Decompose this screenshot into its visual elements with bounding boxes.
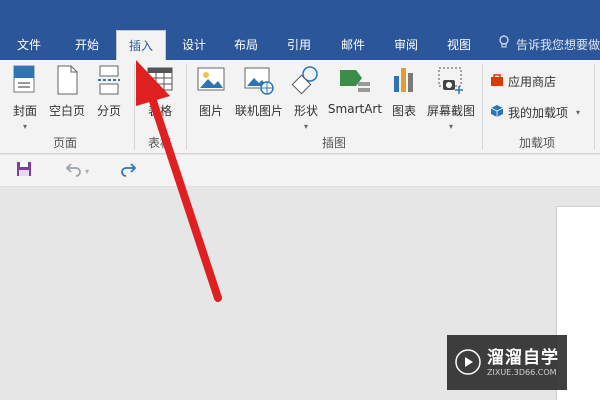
online-pictures-label: 联机图片 xyxy=(234,104,283,118)
redo-icon xyxy=(120,161,137,181)
redo-button[interactable] xyxy=(120,161,137,181)
group-label-tables: 表格 xyxy=(148,136,173,150)
picture-icon xyxy=(192,64,230,96)
smartart-button[interactable]: SmartArt xyxy=(326,64,384,116)
my-addins-icon xyxy=(490,104,508,121)
group-label-pages: 页面 xyxy=(53,136,78,150)
blank-page-label: 空白页 xyxy=(48,104,85,118)
quick-access-toolbar: ▾ xyxy=(0,155,600,187)
save-button[interactable] xyxy=(16,161,32,181)
cover-page-icon xyxy=(6,64,44,96)
page-break-button[interactable]: 分页 xyxy=(90,64,128,119)
chevron-down-icon: ▾ xyxy=(85,166,90,176)
chevron-down-icon: ▾ xyxy=(303,122,308,131)
tab-layout[interactable]: 布局 xyxy=(224,30,268,60)
tab-review[interactable]: 审阅 xyxy=(384,30,428,60)
tell-me-box[interactable]: 告诉我您想要做 xyxy=(498,30,600,60)
undo-icon xyxy=(65,161,82,181)
cover-page-label: 封面 xyxy=(12,104,37,118)
table-button[interactable]: 表格 xyxy=(140,64,180,119)
smartart-icon xyxy=(326,64,384,96)
online-pictures-button[interactable]: 联机图片 xyxy=(232,64,286,119)
undo-button[interactable]: ▾ xyxy=(65,161,90,181)
screenshot-button[interactable]: 屏幕截图 ▾ xyxy=(424,64,478,131)
chart-label: 图表 xyxy=(391,104,416,118)
chevron-down-icon: ▾ xyxy=(448,122,453,131)
tab-home[interactable]: 开始 xyxy=(64,30,110,60)
save-icon xyxy=(16,161,32,181)
watermark-title: 溜溜自学 xyxy=(487,348,559,368)
online-picture-icon xyxy=(232,64,286,96)
screenshot-label: 屏幕截图 xyxy=(426,104,475,118)
watermark-subtitle: ZIXUE.3D66.COM xyxy=(487,368,557,377)
shapes-icon xyxy=(288,64,324,96)
chart-button[interactable]: 图表 xyxy=(386,64,422,119)
ribbon-tab-bar: 文件 开始 插入 设计 布局 引用 邮件 审阅 视图 告诉我您想要做 xyxy=(0,30,600,60)
table-label: 表格 xyxy=(147,104,172,118)
chart-icon xyxy=(386,64,422,96)
pictures-button[interactable]: 图片 xyxy=(192,64,230,119)
group-separator xyxy=(594,64,595,150)
group-separator xyxy=(482,64,483,150)
tell-me-text: 告诉我您想要做 xyxy=(516,38,600,52)
chevron-down-icon: ▾ xyxy=(22,122,27,131)
tab-design[interactable]: 设计 xyxy=(172,30,216,60)
tab-file[interactable]: 文件 xyxy=(6,30,52,60)
page-break-icon xyxy=(90,64,128,96)
lightbulb-icon xyxy=(498,30,512,60)
ribbon: 封面 ▾ 空白页 分页 页面 表格 表格 图片 联机图片 形状 ▾ SmartA… xyxy=(0,60,600,154)
group-separator xyxy=(134,64,135,150)
my-addins-label: 我的加载项 xyxy=(508,105,569,120)
tab-view[interactable]: 视图 xyxy=(437,30,481,60)
tab-references[interactable]: 引用 xyxy=(277,30,321,60)
blank-page-icon xyxy=(46,64,88,96)
shapes-label: 形状 xyxy=(293,104,318,118)
tab-insert[interactable]: 插入 xyxy=(116,30,166,60)
store-label: 应用商店 xyxy=(508,74,557,89)
store-icon xyxy=(490,73,508,90)
play-logo-icon xyxy=(455,349,481,379)
table-icon xyxy=(140,64,180,96)
group-label-addins: 加载项 xyxy=(519,136,556,150)
store-button[interactable]: 应用商店 xyxy=(490,70,556,92)
smartart-label: SmartArt xyxy=(327,102,383,116)
title-bar xyxy=(0,0,600,30)
screenshot-icon xyxy=(424,64,478,96)
shapes-button[interactable]: 形状 ▾ xyxy=(288,64,324,131)
chevron-down-icon: ▾ xyxy=(576,107,581,117)
group-separator xyxy=(186,64,187,150)
cover-page-button[interactable]: 封面 ▾ xyxy=(6,64,44,131)
my-addins-button[interactable]: 我的加载项 ▾ xyxy=(490,101,580,123)
pictures-label: 图片 xyxy=(198,104,223,118)
watermark: 溜溜自学 ZIXUE.3D66.COM xyxy=(447,335,567,390)
blank-page-button[interactable]: 空白页 xyxy=(46,64,88,119)
group-label-illustrations: 插图 xyxy=(322,136,347,150)
tab-mailings[interactable]: 邮件 xyxy=(331,30,375,60)
page-break-label: 分页 xyxy=(96,104,121,118)
